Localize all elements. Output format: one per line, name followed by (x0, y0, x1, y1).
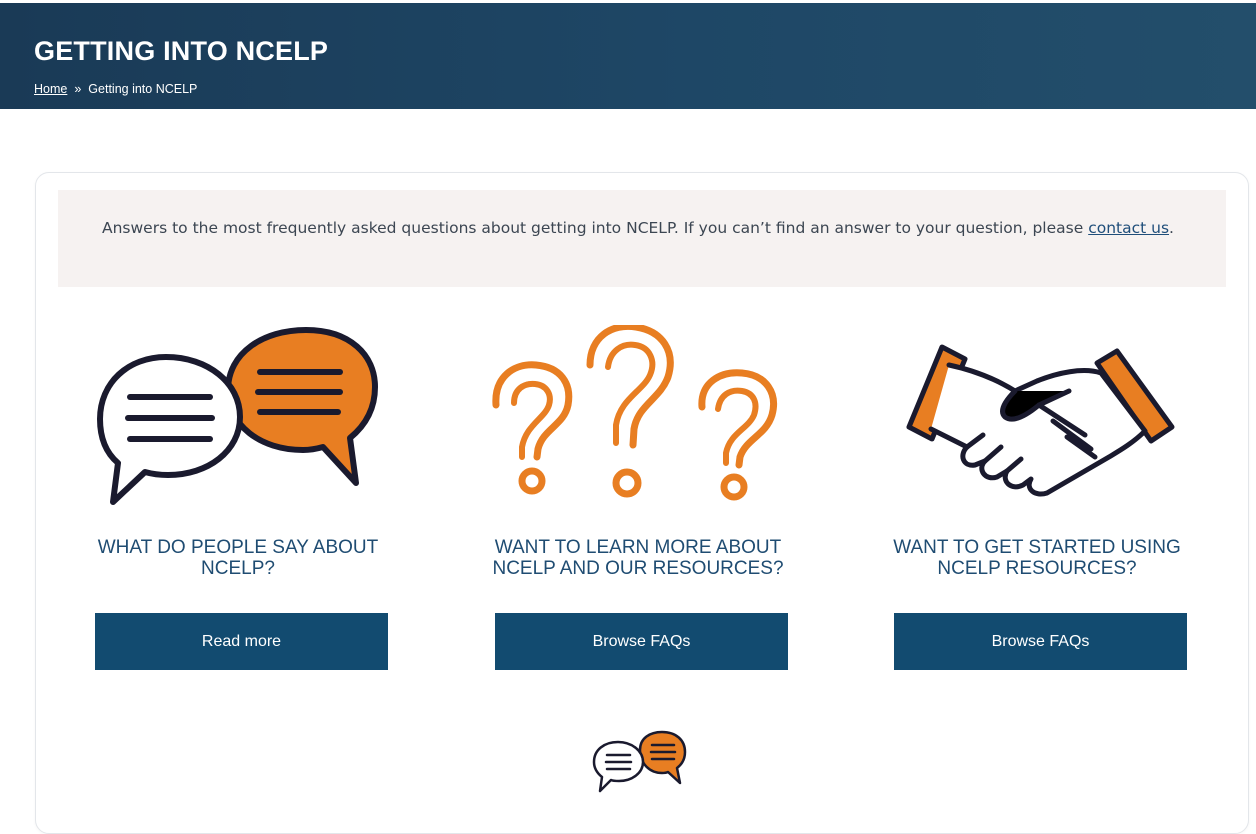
page-title: GETTING INTO NCELP (34, 36, 329, 66)
browse-faqs-button[interactable]: Browse FAQs (495, 613, 788, 670)
speech-bubbles-icon (97, 327, 378, 505)
speech-bubbles-icon (592, 730, 687, 793)
browse-faqs-button[interactable]: Browse FAQs (894, 613, 1187, 670)
read-more-button[interactable]: Read more (95, 613, 388, 670)
contact-us-link[interactable]: contact us (1088, 219, 1169, 237)
column-heading: WANT TO LEARN MORE ABOUT NCELP AND OUR R… (492, 537, 784, 579)
intro-box: Answers to the most frequently asked que… (58, 190, 1226, 287)
question-marks-icon (492, 325, 777, 501)
breadcrumb-current: Getting into NCELP (88, 82, 198, 96)
column-heading: WANT TO GET STARTED USING NCELP RESOURCE… (893, 537, 1181, 579)
intro-text: Answers to the most frequently asked que… (102, 219, 1089, 237)
handshake-icon (906, 344, 1175, 497)
breadcrumb-separator: » (74, 82, 82, 96)
intro-text-end: . (1169, 219, 1174, 237)
column-heading: WHAT DO PEOPLE SAY ABOUT NCELP? (97, 537, 379, 579)
breadcrumb: Home » Getting into NCELP (34, 82, 197, 96)
page-header: GETTING INTO NCELP Home » Getting into NCE… (0, 3, 1256, 109)
breadcrumb-home-link[interactable]: Home (34, 82, 67, 96)
